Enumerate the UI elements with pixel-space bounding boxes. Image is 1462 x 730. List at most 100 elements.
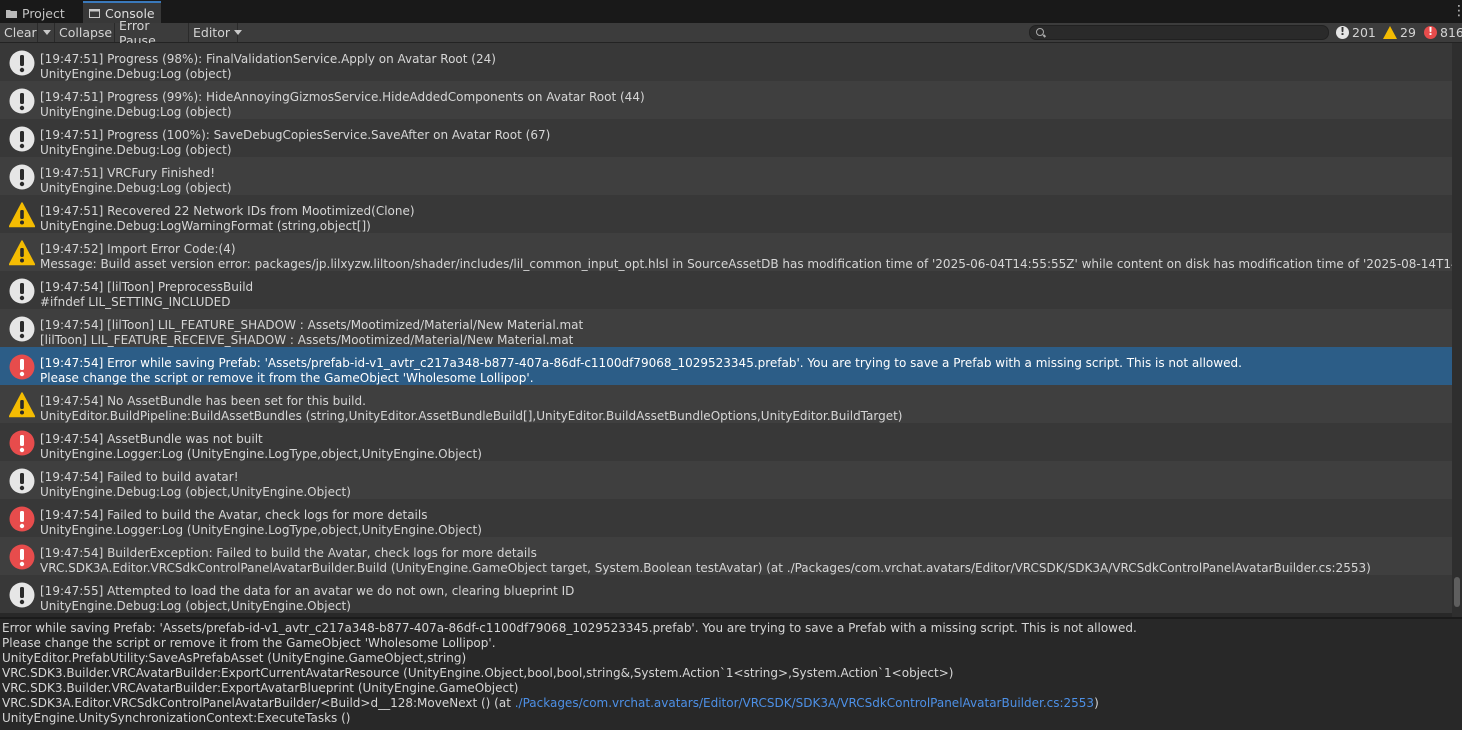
log-entry[interactable]: [19:47:51] Progress (99%): HideAnnoyingG… xyxy=(0,81,1452,119)
log-stack-line: UnityEngine.Debug:LogWarningFormat (stri… xyxy=(40,219,371,233)
log-message: [19:47:54] Failed to build the Avatar, c… xyxy=(40,508,428,522)
error-pause-toggle[interactable]: Error Pause xyxy=(115,18,189,48)
log-entry[interactable]: [19:47:51] Progress (98%): FinalValidati… xyxy=(0,43,1452,81)
scrollbar-thumb[interactable] xyxy=(1454,577,1460,607)
log-stack-line: VRC.SDK3A.Editor.VRCSdkControlPanelAvata… xyxy=(40,561,1371,575)
error-icon xyxy=(1424,25,1437,39)
error-count: 816 xyxy=(1440,25,1462,40)
search-input[interactable] xyxy=(1029,25,1329,40)
log-entry[interactable]: [19:47:54] Failed to build avatar! UnityE… xyxy=(0,461,1452,499)
editor-dropdown[interactable]: Editor xyxy=(189,23,242,42)
console-toolbar: Clear Collapse Error Pause Editor 201 29… xyxy=(0,18,1462,48)
log-stack-line: UnityEngine.Debug:Log (object) xyxy=(40,67,232,81)
log-entry[interactable]: [19:47:54] [lilToon] PreprocessBuild #ifn… xyxy=(0,271,1452,309)
log-stack-line: UnityEngine.Debug:Log (object) xyxy=(40,105,232,119)
log-stack-line: UnityEngine.Debug:Log (object,UnityEngin… xyxy=(40,485,351,499)
log-message: [19:47:54] BuilderException: Failed to b… xyxy=(40,546,537,560)
more-options-icon[interactable]: ⋮ xyxy=(1452,3,1462,19)
log-entry[interactable]: [19:47:54] BuilderException: Failed to b… xyxy=(0,537,1452,575)
tab-label: Project xyxy=(22,5,65,21)
collapse-toggle[interactable]: Collapse xyxy=(55,23,115,42)
log-stack-line: UnityEngine.Logger:Log (UnityEngine.LogT… xyxy=(40,447,482,461)
log-list-scrollbar[interactable] xyxy=(1452,43,1462,619)
log-entry[interactable]: [19:47:52] Import Error Code:(4) Message:… xyxy=(0,233,1452,271)
source-file-link[interactable]: ./Packages/com.vrchat.avatars/Editor/VRC… xyxy=(515,696,1094,710)
log-message: [19:47:54] [lilToon] LIL_FEATURE_SHADOW … xyxy=(40,318,584,332)
log-stack-line: Please change the script or remove it fr… xyxy=(40,371,534,385)
detail-text: ) xyxy=(1094,696,1099,710)
warning-icon xyxy=(8,392,36,418)
log-stack-line: Message: Build asset version error: pack… xyxy=(40,257,1452,271)
log-entry[interactable]: [19:47:54] [lilToon] LIL_FEATURE_SHADOW … xyxy=(0,309,1452,347)
error-count-toggle[interactable]: 816 xyxy=(1424,23,1462,42)
log-message: [19:47:52] Import Error Code:(4) xyxy=(40,242,236,256)
log-entry[interactable]: [19:47:54] Error while saving Prefab: 'A… xyxy=(0,347,1452,385)
info-count-toggle[interactable]: 201 xyxy=(1336,23,1376,42)
console-icon xyxy=(89,8,100,18)
detail-text: VRC.SDK3A.Editor.VRCSdkControlPanelAvata… xyxy=(2,696,515,710)
editor-label: Editor xyxy=(193,25,230,40)
info-count: 201 xyxy=(1352,25,1376,40)
tab-project[interactable]: Project xyxy=(0,3,71,23)
log-message: [19:47:54] Failed to build avatar! xyxy=(40,470,239,484)
collapse-label: Collapse xyxy=(59,25,113,40)
warning-count-toggle[interactable]: 29 xyxy=(1383,23,1416,42)
stack-trace-pane: Error while saving Prefab: 'Assets/prefa… xyxy=(0,619,1462,730)
log-message: [19:47:51] Recovered 22 Network IDs from… xyxy=(40,204,415,218)
error-icon xyxy=(9,506,35,532)
log-entry[interactable]: [19:47:51] Progress (100%): SaveDebugCop… xyxy=(0,119,1452,157)
info-icon xyxy=(9,88,35,114)
log-entry[interactable]: [19:47:54] No AssetBundle has been set f… xyxy=(0,385,1452,423)
clear-options-dropdown[interactable] xyxy=(38,23,55,42)
log-entry[interactable]: [19:47:54] Failed to build the Avatar, c… xyxy=(0,499,1452,537)
info-icon xyxy=(9,468,35,494)
info-icon xyxy=(9,582,35,608)
error-icon xyxy=(9,354,35,380)
tab-bar: Project Console ⋮ xyxy=(0,0,1462,23)
log-entry[interactable]: [19:47:54] AssetBundle was not built Unit… xyxy=(0,423,1452,461)
log-stack-line: #ifndef LIL_SETTING_INCLUDED xyxy=(40,295,231,309)
clear-button[interactable]: Clear xyxy=(0,23,38,42)
log-message: [19:47:54] [lilToon] PreprocessBuild xyxy=(40,280,254,294)
folder-icon xyxy=(6,9,17,18)
log-stack-line: UnityEngine.Debug:Log (object,UnityEngin… xyxy=(40,599,351,613)
info-icon xyxy=(9,316,35,342)
info-icon xyxy=(1336,25,1349,39)
log-stack-line: UnityEditor.BuildPipeline:BuildAssetBund… xyxy=(40,409,903,423)
log-message: [19:47:51] Progress (98%): FinalValidati… xyxy=(40,52,496,66)
detail-line: UnityEditor.PrefabUtility:SaveAsPrefabAs… xyxy=(2,651,467,665)
detail-line: VRC.SDK3A.Editor.VRCSdkControlPanelAvata… xyxy=(2,696,1460,711)
error-icon xyxy=(9,544,35,570)
log-stack-line: UnityEngine.Debug:Log (object) xyxy=(40,181,232,195)
log-entry[interactable]: [19:47:55] Attempted to load the data fo… xyxy=(0,575,1452,613)
error-icon xyxy=(9,430,35,456)
detail-line: Please change the script or remove it fr… xyxy=(2,636,496,650)
warning-icon xyxy=(8,202,36,228)
clear-label: Clear xyxy=(4,25,37,40)
log-message: [19:47:54] AssetBundle was not built xyxy=(40,432,263,446)
detail-line: VRC.SDK3.Builder.VRCAvatarBuilder:Export… xyxy=(2,681,519,695)
warning-icon xyxy=(1383,26,1397,39)
detail-line: UnityEngine.UnitySynchronizationContext:… xyxy=(2,711,351,725)
log-message: [19:47:54] No AssetBundle has been set f… xyxy=(40,394,366,408)
log-stack-line: [lilToon] LIL_FEATURE_RECEIVE_SHADOW : A… xyxy=(40,333,574,347)
info-icon xyxy=(9,278,35,304)
info-icon xyxy=(9,126,35,152)
log-message: [19:47:51] Progress (99%): HideAnnoyingG… xyxy=(40,90,645,104)
detail-line: VRC.SDK3.Builder.VRCAvatarBuilder:Export… xyxy=(2,666,954,680)
log-entry[interactable]: [19:47:51] VRCFury Finished! UnityEngine.… xyxy=(0,157,1452,195)
log-stack-line: UnityEngine.Logger:Log (UnityEngine.LogT… xyxy=(40,523,482,537)
log-entry[interactable]: [19:47:51] Recovered 22 Network IDs from… xyxy=(0,195,1452,233)
log-message: [19:47:55] Attempted to load the data fo… xyxy=(40,584,575,598)
log-stack-line: UnityEngine.Debug:Log (object) xyxy=(40,143,232,157)
info-icon xyxy=(9,50,35,76)
console-log-list[interactable]: [19:47:51] Progress (98%): FinalValidati… xyxy=(0,43,1452,619)
chevron-down-icon xyxy=(234,30,242,35)
info-icon xyxy=(9,164,35,190)
log-message: [19:47:51] Progress (100%): SaveDebugCop… xyxy=(40,128,551,142)
log-message: [19:47:54] Error while saving Prefab: 'A… xyxy=(40,356,1242,370)
chevron-down-icon xyxy=(43,30,51,35)
detail-line: Error while saving Prefab: 'Assets/prefa… xyxy=(2,621,1137,635)
log-message: [19:47:51] VRCFury Finished! xyxy=(40,166,216,180)
warning-count: 29 xyxy=(1400,25,1416,40)
